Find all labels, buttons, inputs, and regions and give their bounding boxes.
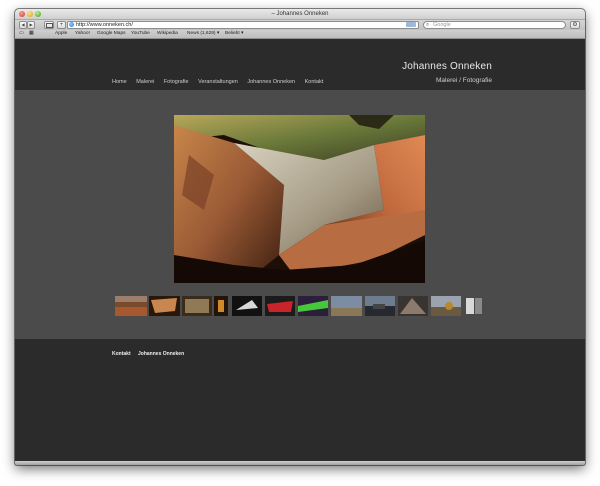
browser-toolbar: ◀ ▶ + http://www.onneken.ch/ ⌕ Google ⚙: [15, 20, 585, 30]
address-bar[interactable]: http://www.onneken.ch/: [67, 21, 419, 29]
footer-johannes-onneken[interactable]: Johannes Onneken: [138, 351, 184, 357]
thumbnail-9[interactable]: [365, 296, 395, 316]
back-arrow-icon: ◀: [21, 22, 25, 27]
browser-window: – Johannes Onneken ◀ ▶ + http://www.onne…: [15, 9, 585, 465]
thumbnail-2[interactable]: [149, 296, 180, 316]
plus-icon: +: [59, 22, 64, 28]
add-bookmark-button[interactable]: +: [57, 21, 66, 29]
web-page: Johannes Onneken Malerei / Fotografie Ho…: [15, 39, 585, 465]
rss-icon[interactable]: [406, 22, 416, 27]
address-text: http://www.onneken.ch/: [76, 22, 133, 28]
search-icon: ⌕: [426, 22, 430, 28]
back-button[interactable]: ◀: [19, 21, 27, 29]
site-header: Johannes Onneken Malerei / Fotografie Ho…: [15, 39, 585, 90]
settings-button[interactable]: ⚙: [570, 21, 580, 29]
thumbnail-3[interactable]: [182, 296, 212, 316]
forward-button[interactable]: ▶: [27, 21, 35, 29]
search-field[interactable]: ⌕ Google: [423, 21, 566, 29]
main-navigation: Home Malerei Fotografie Veranstaltungen …: [112, 79, 331, 85]
bookmarks-bar: ▭ ▦ Apple Yahoo! Google Maps YouTube Wik…: [15, 30, 585, 39]
site-title[interactable]: Johannes Onneken: [402, 61, 492, 72]
site-subtitle: Malerei / Fotografie: [436, 77, 492, 84]
grid-icon[interactable]: ▦: [29, 30, 34, 38]
main-photo[interactable]: [174, 115, 425, 283]
nav-kontakt[interactable]: Kontakt: [305, 79, 324, 85]
thumbnail-11[interactable]: [431, 296, 461, 316]
photo-gallery: [15, 90, 585, 339]
show-bookmarks-button[interactable]: [44, 21, 54, 29]
nav-fotografie[interactable]: Fotografie: [164, 79, 189, 85]
footer-kontakt[interactable]: Kontakt: [112, 351, 131, 357]
window-title: – Johannes Onneken: [271, 11, 329, 17]
book-icon[interactable]: ▭: [19, 30, 24, 38]
forward-arrow-icon: ▶: [29, 22, 33, 27]
nav-home[interactable]: Home: [112, 79, 127, 85]
nav-malerei[interactable]: Malerei: [136, 79, 154, 85]
thumbnail-1[interactable]: [115, 296, 147, 316]
thumbnail-12[interactable]: [464, 296, 484, 316]
nav-johannes-onneken[interactable]: Johannes Onneken: [247, 79, 295, 85]
site-globe-icon: [69, 22, 74, 27]
thumbnail-7[interactable]: [298, 296, 328, 316]
bookmark-google-maps[interactable]: Google Maps: [97, 30, 126, 38]
screen-icon: [45, 23, 53, 28]
title-bar: – Johannes Onneken: [15, 9, 585, 20]
bookmark-yahoo[interactable]: Yahoo!: [75, 30, 90, 38]
thumbnail-6[interactable]: [265, 296, 295, 316]
gear-icon: ⚙: [572, 22, 578, 28]
thumbnail-4[interactable]: [214, 296, 228, 316]
bookmark-wikipedia[interactable]: Wikipedia: [157, 30, 178, 38]
window-bottom-edge: [15, 461, 585, 465]
bookmark-news[interactable]: News (1,629) ▾: [187, 30, 219, 38]
bookmark-youtube[interactable]: YouTube: [131, 30, 150, 38]
search-placeholder: Google: [433, 22, 451, 28]
thumbnail-10[interactable]: [398, 296, 428, 316]
thumbnail-8[interactable]: [331, 296, 362, 316]
bookmark-apple[interactable]: Apple: [55, 30, 67, 38]
bookmark-beliebt[interactable]: Beliebt ▾: [225, 30, 243, 38]
site-footer: Kontakt Johannes Onneken: [112, 351, 190, 357]
thumbnail-5[interactable]: [232, 296, 262, 316]
nav-veranstaltungen[interactable]: Veranstaltungen: [198, 79, 238, 85]
